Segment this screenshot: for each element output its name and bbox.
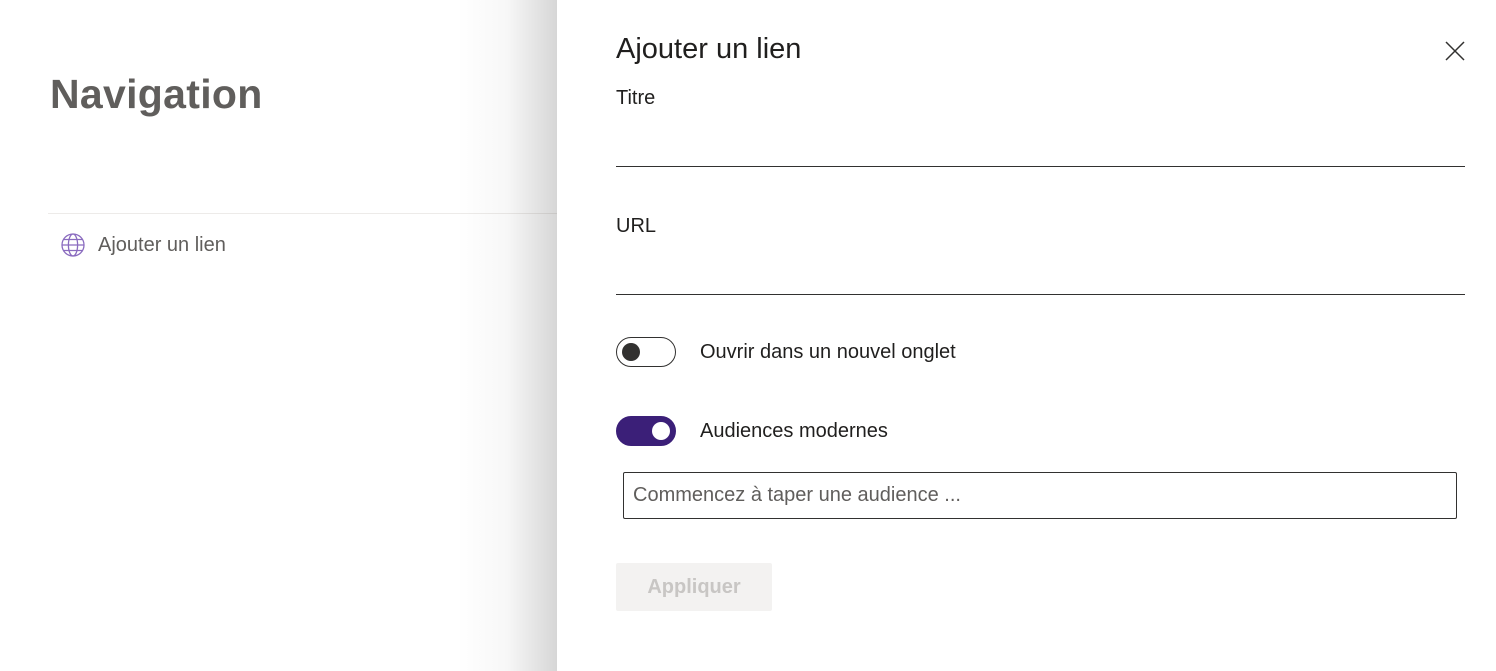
title-field[interactable] (616, 126, 1465, 167)
toggle-knob (622, 343, 640, 361)
open-new-tab-row: Ouvrir dans un nouvel onglet (616, 337, 956, 367)
navigation-title: Navigation (50, 71, 263, 117)
add-link-panel: Ajouter un lien Titre URL Ouvrir dans un… (557, 0, 1496, 671)
modern-audiences-toggle[interactable] (616, 416, 676, 446)
title-field-label: Titre (616, 87, 656, 109)
globe-icon (60, 232, 86, 258)
url-field[interactable] (616, 254, 1465, 295)
modern-audiences-label: Audiences modernes (700, 419, 888, 442)
toggle-knob (652, 422, 670, 440)
close-button[interactable] (1440, 36, 1470, 66)
panel-shadow (457, 0, 557, 671)
apply-button[interactable]: Appliquer (616, 563, 772, 611)
panel-title: Ajouter un lien (616, 33, 802, 65)
open-new-tab-label: Ouvrir dans un nouvel onglet (700, 340, 956, 363)
add-link-nav-label: Ajouter un lien (98, 233, 226, 256)
open-new-tab-toggle[interactable] (616, 337, 676, 367)
modern-audiences-row: Audiences modernes (616, 416, 888, 446)
url-field-label: URL (616, 215, 657, 237)
page: Navigation Ajouter un lien Ajouter un li… (0, 0, 1496, 671)
add-link-nav-item[interactable]: Ajouter un lien (60, 228, 226, 262)
audience-search-input[interactable] (623, 472, 1457, 519)
close-icon (1445, 41, 1465, 61)
